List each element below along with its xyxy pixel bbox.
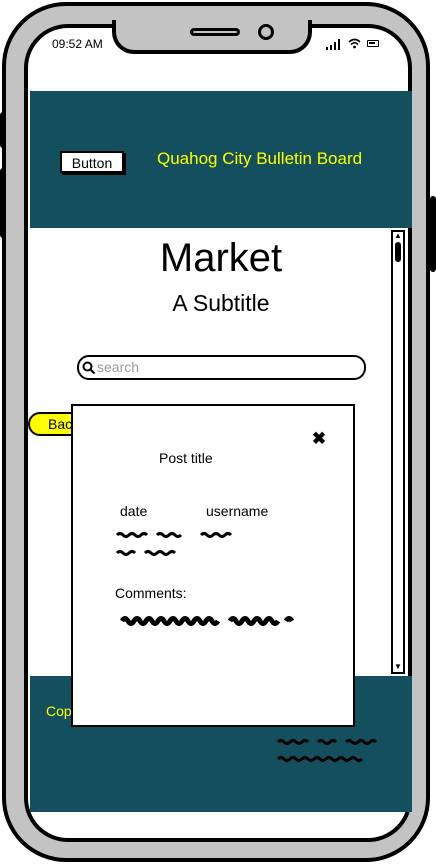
side-button-left-1 [0, 112, 6, 148]
scroll-up-arrow-icon[interactable]: ▲ [393, 232, 403, 240]
battery-icon [367, 40, 379, 47]
signal-icon [326, 38, 342, 50]
scroll-thumb[interactable] [395, 242, 401, 262]
modal-username-label: username [206, 503, 269, 519]
modal-comments-label: Comments: [115, 585, 187, 601]
search-icon [82, 361, 96, 375]
scrollbar[interactable] [391, 230, 405, 674]
close-icon[interactable]: ✖ [310, 430, 328, 448]
phone-notch [112, 20, 312, 54]
header-title: Quahog City Bulletin Board [157, 149, 363, 168]
wifi-icon [348, 38, 361, 52]
modal-date-label: date [120, 503, 148, 519]
post-modal [71, 404, 355, 727]
header-button[interactable]: Button [60, 151, 124, 173]
side-button-left-2 [0, 168, 6, 238]
side-button-right [430, 196, 436, 272]
scroll-down-arrow-icon[interactable]: ▼ [393, 663, 403, 671]
page-subtitle: A Subtitle [172, 290, 270, 316]
search-input[interactable] [97, 358, 357, 376]
footer-text-scribble [276, 739, 378, 762]
front-camera [258, 24, 274, 40]
speaker-grille [190, 28, 240, 36]
modal-body-scribble [115, 532, 233, 556]
modal-comment-scribble [119, 616, 295, 626]
status-time: 09:52 AM [52, 37, 103, 51]
modal-post-title: Post title [159, 450, 213, 466]
page-title: Market [159, 236, 283, 280]
